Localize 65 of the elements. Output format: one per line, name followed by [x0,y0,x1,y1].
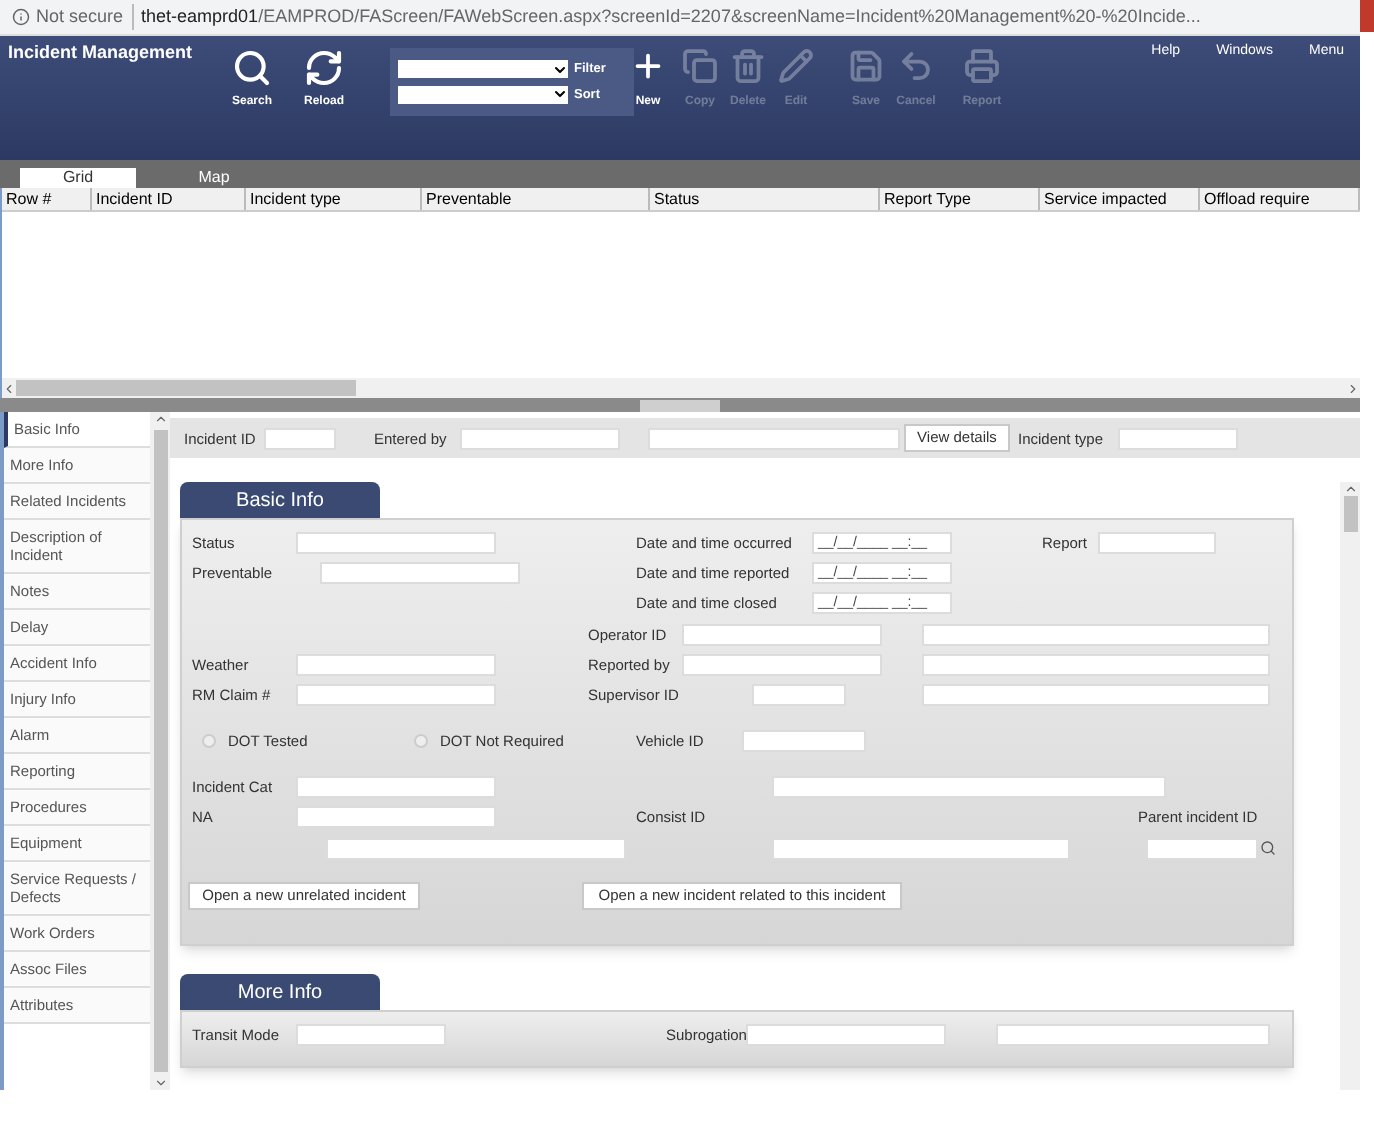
search-icon[interactable] [1260,840,1276,856]
view-tab[interactable]: Grid [20,168,136,188]
column-header[interactable]: Row # [2,188,92,210]
input-field[interactable] [772,776,1166,798]
plus-icon [630,48,666,84]
copy-icon [682,48,718,84]
input-field[interactable] [296,806,496,828]
input-field[interactable] [922,654,1270,676]
chevron-left-icon [2,381,16,395]
input-field[interactable] [460,427,620,449]
chevron-down-icon [153,1076,167,1090]
input-field[interactable] [922,684,1270,706]
column-header[interactable]: Incident type [246,188,422,210]
input-field[interactable] [1118,427,1238,449]
input-field[interactable] [922,623,1270,645]
input-field[interactable] [296,654,496,676]
column-header[interactable]: Incident ID [92,188,246,210]
input-field[interactable] [746,1024,946,1046]
input-field[interactable] [296,684,496,706]
url-text[interactable]: thet-eamprd01/EAMPROD/FAScreen/FAWebScreen.aspx?screenId=2207&screenName=Incident%20Management%20-%20Incide... [131,3,1201,31]
column-header[interactable]: Offload require [1200,188,1360,210]
vertical-scrollbar[interactable] [1340,482,1360,1090]
trash-icon [730,48,766,84]
horizontal-scrollbar[interactable] [2,378,1360,398]
search-icon [232,48,272,88]
scrollbar-thumb[interactable] [1343,496,1357,532]
splitter-bar[interactable] [0,398,1360,412]
chevron-up-icon [1343,482,1357,496]
input-field[interactable] [648,427,900,449]
input-field[interactable] [296,1024,446,1046]
chevron-up-icon [153,412,167,426]
lookup-field[interactable] [1146,837,1258,859]
input-field[interactable] [772,837,1070,859]
printer-icon [964,48,1000,84]
column-header[interactable]: Report Type [880,188,1040,210]
input-field[interactable] [752,684,846,706]
input-field[interactable] [1098,532,1216,554]
undo-icon [898,48,934,84]
input-field[interactable] [320,562,520,584]
browser-tab-edge [1360,0,1374,32]
info-icon[interactable] [12,8,30,26]
column-header[interactable]: Status [650,188,880,210]
sidebar-scrollbar[interactable] [150,412,170,1090]
app-title: Incident Management [8,40,193,66]
input-field[interactable] [296,776,496,798]
input-field[interactable] [682,623,882,645]
input-field[interactable] [996,1024,1270,1046]
input-field[interactable] [742,730,866,752]
scrollbar-thumb[interactable] [16,380,356,396]
input-field[interactable] [296,532,496,554]
input-field[interactable] [326,837,626,859]
pencil-icon [778,48,814,84]
radio-button[interactable] [414,734,428,748]
input-field[interactable] [682,654,882,676]
column-header[interactable]: Service impacted [1040,188,1200,210]
chevron-right-icon [1346,381,1360,395]
view-tab[interactable]: Map [156,168,272,188]
dropdown-select[interactable] [398,85,568,104]
column-header[interactable]: Preventable [422,188,650,210]
scrollbar-thumb[interactable] [153,430,167,1072]
dropdown-select[interactable] [398,60,568,79]
security-label: Not secure [36,3,124,30]
input-field[interactable] [264,427,336,449]
radio-button[interactable] [202,734,216,748]
refresh-icon [304,48,344,88]
